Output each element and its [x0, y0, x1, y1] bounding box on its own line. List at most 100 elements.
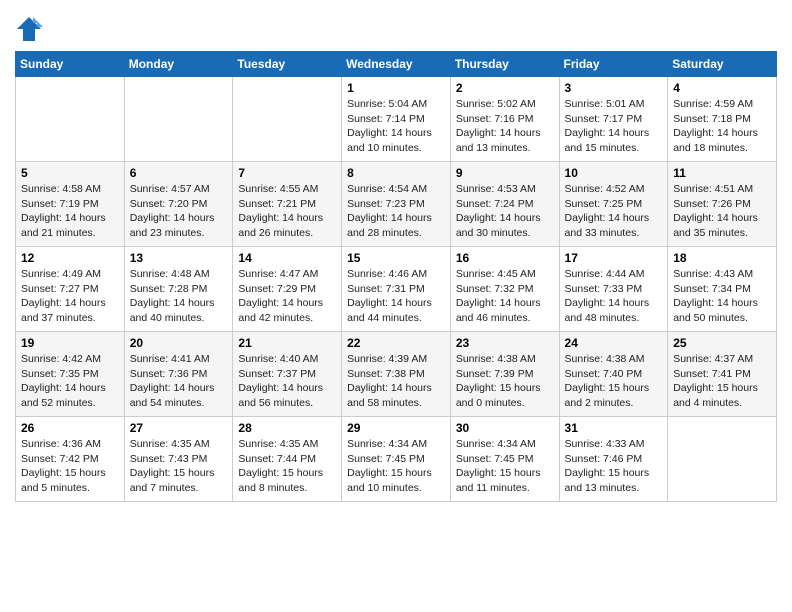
- calendar-cell: 11 Sunrise: 4:51 AM Sunset: 7:26 PM Dayli…: [668, 162, 777, 247]
- weekday-header-row: SundayMondayTuesdayWednesdayThursdayFrid…: [16, 52, 777, 77]
- calendar-cell: 10 Sunrise: 4:52 AM Sunset: 7:25 PM Dayli…: [559, 162, 668, 247]
- calendar-cell: 30 Sunrise: 4:34 AM Sunset: 7:45 PM Dayli…: [450, 417, 559, 502]
- calendar-cell: 9 Sunrise: 4:53 AM Sunset: 7:24 PM Daylig…: [450, 162, 559, 247]
- day-info: Sunrise: 4:36 AM Sunset: 7:42 PM Dayligh…: [21, 437, 119, 496]
- day-number: 10: [565, 166, 663, 180]
- calendar-cell: 20 Sunrise: 4:41 AM Sunset: 7:36 PM Dayli…: [124, 332, 233, 417]
- calendar-cell: 12 Sunrise: 4:49 AM Sunset: 7:27 PM Dayli…: [16, 247, 125, 332]
- day-info: Sunrise: 4:33 AM Sunset: 7:46 PM Dayligh…: [565, 437, 663, 496]
- calendar-cell: 14 Sunrise: 4:47 AM Sunset: 7:29 PM Dayli…: [233, 247, 342, 332]
- day-number: 13: [130, 251, 228, 265]
- day-number: 31: [565, 421, 663, 435]
- calendar-cell: 2Sunrise: 5:02 AM Sunset: 7:16 PM Daylig…: [450, 77, 559, 162]
- calendar-cell: 24Sunrise: 4:38 AM Sunset: 7:40 PM Dayli…: [559, 332, 668, 417]
- day-info: Sunrise: 4:46 AM Sunset: 7:31 PM Dayligh…: [347, 267, 445, 326]
- calendar-week-row: 1Sunrise: 5:04 AM Sunset: 7:14 PM Daylig…: [16, 77, 777, 162]
- weekday-header-saturday: Saturday: [668, 52, 777, 77]
- day-number: 16: [456, 251, 554, 265]
- calendar-cell: 18 Sunrise: 4:43 AM Sunset: 7:34 PM Dayli…: [668, 247, 777, 332]
- weekday-header-wednesday: Wednesday: [342, 52, 451, 77]
- logo-icon: [15, 15, 43, 43]
- day-number: 15: [347, 251, 445, 265]
- calendar-cell: 5Sunrise: 4:58 AM Sunset: 7:19 PM Daylig…: [16, 162, 125, 247]
- logo: [15, 15, 46, 43]
- day-info: Sunrise: 4:52 AM Sunset: 7:25 PM Dayligh…: [565, 182, 663, 241]
- calendar-week-row: 5Sunrise: 4:58 AM Sunset: 7:19 PM Daylig…: [16, 162, 777, 247]
- day-info: Sunrise: 4:59 AM Sunset: 7:18 PM Dayligh…: [673, 97, 771, 156]
- day-number: 22: [347, 336, 445, 350]
- day-info: Sunrise: 4:43 AM Sunset: 7:34 PM Dayligh…: [673, 267, 771, 326]
- day-info: Sunrise: 4:38 AM Sunset: 7:40 PM Dayligh…: [565, 352, 663, 411]
- day-info: Sunrise: 4:41 AM Sunset: 7:36 PM Dayligh…: [130, 352, 228, 411]
- calendar-cell: [16, 77, 125, 162]
- calendar-cell: 21Sunrise: 4:40 AM Sunset: 7:37 PM Dayli…: [233, 332, 342, 417]
- day-number: 14: [238, 251, 336, 265]
- calendar-cell: 23 Sunrise: 4:38 AM Sunset: 7:39 PM Dayli…: [450, 332, 559, 417]
- day-number: 23: [456, 336, 554, 350]
- day-number: 7: [238, 166, 336, 180]
- day-number: 3: [565, 81, 663, 95]
- day-number: 4: [673, 81, 771, 95]
- day-number: 2: [456, 81, 554, 95]
- day-info: Sunrise: 4:39 AM Sunset: 7:38 PM Dayligh…: [347, 352, 445, 411]
- day-info: Sunrise: 4:37 AM Sunset: 7:41 PM Dayligh…: [673, 352, 771, 411]
- day-number: 9: [456, 166, 554, 180]
- calendar-cell: 16 Sunrise: 4:45 AM Sunset: 7:32 PM Dayli…: [450, 247, 559, 332]
- page-header: [15, 10, 777, 43]
- calendar-cell: 22 Sunrise: 4:39 AM Sunset: 7:38 PM Dayli…: [342, 332, 451, 417]
- day-info: Sunrise: 4:55 AM Sunset: 7:21 PM Dayligh…: [238, 182, 336, 241]
- day-number: 30: [456, 421, 554, 435]
- day-info: Sunrise: 4:49 AM Sunset: 7:27 PM Dayligh…: [21, 267, 119, 326]
- day-number: 20: [130, 336, 228, 350]
- day-info: Sunrise: 4:51 AM Sunset: 7:26 PM Dayligh…: [673, 182, 771, 241]
- calendar-cell: 8 Sunrise: 4:54 AM Sunset: 7:23 PM Daylig…: [342, 162, 451, 247]
- day-number: 12: [21, 251, 119, 265]
- calendar-cell: 31 Sunrise: 4:33 AM Sunset: 7:46 PM Dayli…: [559, 417, 668, 502]
- day-info: Sunrise: 4:34 AM Sunset: 7:45 PM Dayligh…: [456, 437, 554, 496]
- day-number: 1: [347, 81, 445, 95]
- calendar-cell: 25 Sunrise: 4:37 AM Sunset: 7:41 PM Dayli…: [668, 332, 777, 417]
- day-number: 19: [21, 336, 119, 350]
- day-number: 26: [21, 421, 119, 435]
- day-info: Sunrise: 4:54 AM Sunset: 7:23 PM Dayligh…: [347, 182, 445, 241]
- day-info: Sunrise: 4:35 AM Sunset: 7:43 PM Dayligh…: [130, 437, 228, 496]
- calendar-week-row: 26 Sunrise: 4:36 AM Sunset: 7:42 PM Dayli…: [16, 417, 777, 502]
- day-info: Sunrise: 5:01 AM Sunset: 7:17 PM Dayligh…: [565, 97, 663, 156]
- day-number: 11: [673, 166, 771, 180]
- calendar-week-row: 12 Sunrise: 4:49 AM Sunset: 7:27 PM Dayli…: [16, 247, 777, 332]
- weekday-header-monday: Monday: [124, 52, 233, 77]
- calendar-week-row: 19 Sunrise: 4:42 AM Sunset: 7:35 PM Dayli…: [16, 332, 777, 417]
- day-number: 18: [673, 251, 771, 265]
- calendar-cell: [124, 77, 233, 162]
- calendar-cell: 27 Sunrise: 4:35 AM Sunset: 7:43 PM Dayli…: [124, 417, 233, 502]
- calendar-cell: 15 Sunrise: 4:46 AM Sunset: 7:31 PM Dayli…: [342, 247, 451, 332]
- day-info: Sunrise: 4:53 AM Sunset: 7:24 PM Dayligh…: [456, 182, 554, 241]
- calendar-cell: 4 Sunrise: 4:59 AM Sunset: 7:18 PM Daylig…: [668, 77, 777, 162]
- day-number: 6: [130, 166, 228, 180]
- day-number: 8: [347, 166, 445, 180]
- day-info: Sunrise: 4:45 AM Sunset: 7:32 PM Dayligh…: [456, 267, 554, 326]
- calendar-cell: 26 Sunrise: 4:36 AM Sunset: 7:42 PM Dayli…: [16, 417, 125, 502]
- day-info: Sunrise: 4:44 AM Sunset: 7:33 PM Dayligh…: [565, 267, 663, 326]
- day-info: Sunrise: 4:47 AM Sunset: 7:29 PM Dayligh…: [238, 267, 336, 326]
- calendar-cell: 3 Sunrise: 5:01 AM Sunset: 7:17 PM Daylig…: [559, 77, 668, 162]
- calendar-cell: 6Sunrise: 4:57 AM Sunset: 7:20 PM Daylig…: [124, 162, 233, 247]
- weekday-header-friday: Friday: [559, 52, 668, 77]
- calendar-cell: 13Sunrise: 4:48 AM Sunset: 7:28 PM Dayli…: [124, 247, 233, 332]
- calendar-cell: 29 Sunrise: 4:34 AM Sunset: 7:45 PM Dayli…: [342, 417, 451, 502]
- day-info: Sunrise: 4:35 AM Sunset: 7:44 PM Dayligh…: [238, 437, 336, 496]
- calendar-cell: 7 Sunrise: 4:55 AM Sunset: 7:21 PM Daylig…: [233, 162, 342, 247]
- day-number: 17: [565, 251, 663, 265]
- day-number: 29: [347, 421, 445, 435]
- day-info: Sunrise: 4:38 AM Sunset: 7:39 PM Dayligh…: [456, 352, 554, 411]
- calendar-cell: 17 Sunrise: 4:44 AM Sunset: 7:33 PM Dayli…: [559, 247, 668, 332]
- day-info: Sunrise: 4:34 AM Sunset: 7:45 PM Dayligh…: [347, 437, 445, 496]
- day-number: 21: [238, 336, 336, 350]
- calendar-cell: 1Sunrise: 5:04 AM Sunset: 7:14 PM Daylig…: [342, 77, 451, 162]
- calendar-cell: 19 Sunrise: 4:42 AM Sunset: 7:35 PM Dayli…: [16, 332, 125, 417]
- day-number: 27: [130, 421, 228, 435]
- day-info: Sunrise: 4:42 AM Sunset: 7:35 PM Dayligh…: [21, 352, 119, 411]
- weekday-header-sunday: Sunday: [16, 52, 125, 77]
- day-number: 25: [673, 336, 771, 350]
- calendar-table: SundayMondayTuesdayWednesdayThursdayFrid…: [15, 51, 777, 502]
